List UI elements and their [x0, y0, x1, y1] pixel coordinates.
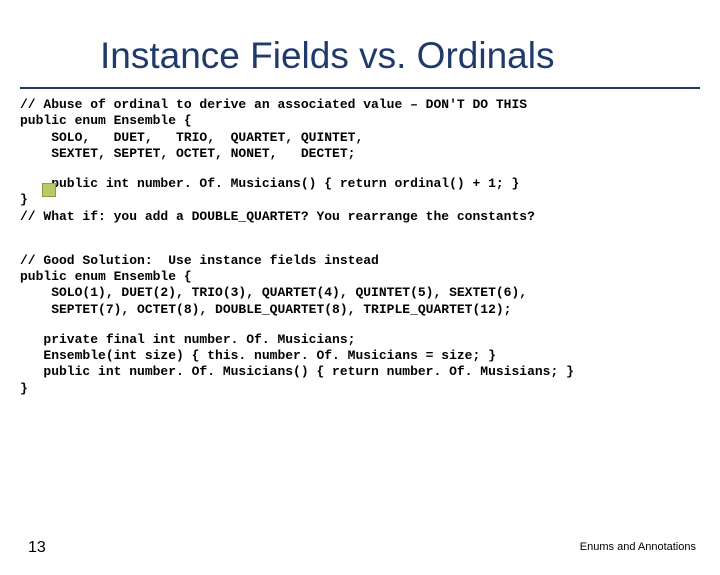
code-block-1: // Abuse of ordinal to derive an associa… [20, 97, 720, 162]
footer-label: Enums and Annotations [580, 541, 696, 553]
title-divider [20, 87, 700, 89]
code-block-3: // Good Solution: Use instance fields in… [20, 253, 720, 318]
code-block-2: public int number. Of. Musicians() { ret… [20, 176, 720, 225]
code-block-4: private final int number. Of. Musicians;… [20, 332, 720, 397]
bullet-icon [42, 183, 56, 197]
page-title: Instance Fields vs. Ordinals [100, 35, 720, 77]
page-number: 13 [28, 539, 46, 557]
